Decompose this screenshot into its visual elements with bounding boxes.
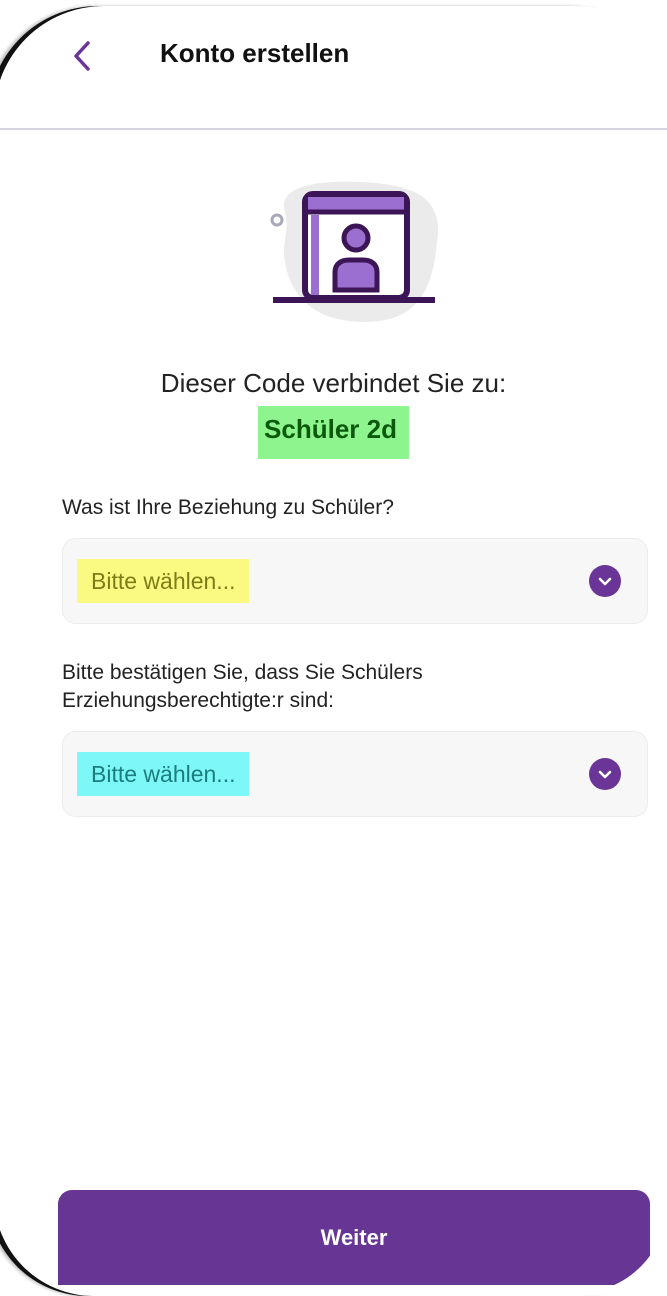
user-profile-window-icon <box>270 181 439 322</box>
back-button[interactable] <box>62 34 102 78</box>
student-name: Schüler 2d <box>258 406 409 459</box>
app-screen: Konto erstellen Dieser Code verbindet Si… <box>0 0 667 1293</box>
relationship-label: Was ist Ihre Beziehung zu Schüler? <box>62 496 394 519</box>
relationship-placeholder: Bitte wählen... <box>77 559 250 603</box>
guardian-confirm-label: Bitte bestätigen Sie, dass Sie Schülers … <box>62 659 423 715</box>
header-bar: Konto erstellen <box>0 0 667 130</box>
guardian-confirm-placeholder: Bitte wählen... <box>77 752 250 796</box>
relationship-select[interactable]: Bitte wählen... <box>62 538 648 624</box>
connection-text: Dieser Code verbindet Sie zu: <box>160 368 507 398</box>
chevron-left-icon <box>74 41 90 71</box>
chevron-down-icon <box>589 758 621 790</box>
next-button[interactable]: Weiter <box>58 1190 650 1285</box>
guardian-confirm-label-line1: Bitte bestätigen Sie, dass Sie Schülers <box>62 661 423 684</box>
chevron-down-icon <box>589 565 621 597</box>
guardian-confirm-label-line2: Erziehungsberechtigte:r sind: <box>62 689 334 712</box>
guardian-confirm-select[interactable]: Bitte wählen... <box>62 731 648 817</box>
page-title: Konto erstellen <box>160 38 350 68</box>
